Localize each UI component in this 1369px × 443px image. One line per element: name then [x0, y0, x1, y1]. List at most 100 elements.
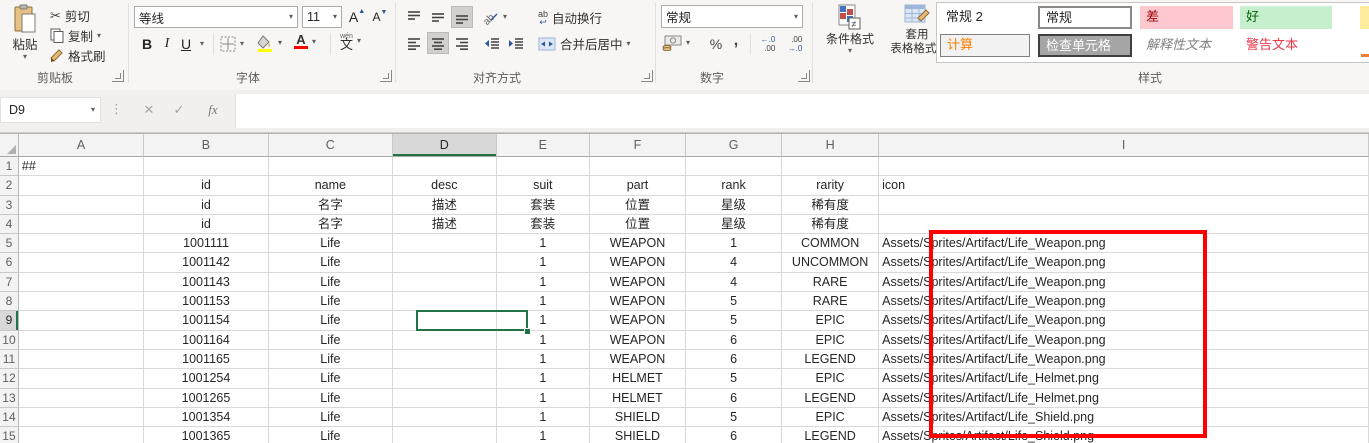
cell-E14[interactable]: 1: [497, 408, 590, 427]
style-chip-explanatory[interactable]: 解释性文本: [1140, 34, 1233, 57]
cell-C8[interactable]: Life: [269, 292, 393, 311]
cell-B13[interactable]: 1001265: [144, 389, 268, 408]
select-all-button[interactable]: [0, 134, 19, 157]
increase-decimal-button[interactable]: ←.0.00: [755, 32, 781, 56]
cell-F9[interactable]: WEAPON: [590, 311, 686, 330]
cell-C3[interactable]: 名字: [269, 196, 393, 215]
column-header-D[interactable]: D: [393, 134, 497, 157]
fill-color-button[interactable]: ▾: [256, 34, 282, 52]
cell-B15[interactable]: 1001365: [144, 427, 268, 443]
drag-dots-icon[interactable]: ⋮: [110, 101, 123, 117]
cancel-button[interactable]: ✕: [136, 98, 162, 122]
cell-C10[interactable]: Life: [269, 331, 393, 350]
cell-A8[interactable]: [19, 292, 144, 311]
increase-indent-button[interactable]: [505, 32, 527, 54]
cell-F4[interactable]: 位置: [590, 215, 686, 234]
cell-H6[interactable]: UNCOMMON: [782, 253, 879, 272]
cell-H11[interactable]: LEGEND: [782, 350, 879, 369]
row-header-1[interactable]: 1: [0, 157, 19, 176]
cell-E5[interactable]: 1: [497, 234, 590, 253]
middle-align-button[interactable]: [427, 6, 449, 28]
cell-A11[interactable]: [19, 350, 144, 369]
style-chip-partial[interactable]: [1360, 6, 1369, 29]
alignment-dialog-launcher[interactable]: [641, 70, 653, 82]
row-header-7[interactable]: 7: [0, 273, 19, 292]
cell-A1[interactable]: ##: [19, 157, 144, 176]
cell-E3[interactable]: 套装: [497, 196, 590, 215]
row-header-2[interactable]: 2: [0, 176, 19, 195]
cell-E4[interactable]: 套装: [497, 215, 590, 234]
row-header-13[interactable]: 13: [0, 389, 19, 408]
cell-E8[interactable]: 1: [497, 292, 590, 311]
cell-D1[interactable]: [393, 157, 497, 176]
cell-I3[interactable]: [879, 196, 1369, 215]
cell-G1[interactable]: [686, 157, 782, 176]
paste-button[interactable]: 粘贴 ▾: [3, 4, 47, 66]
row-header-10[interactable]: 10: [0, 331, 19, 350]
cell-D8[interactable]: [393, 292, 497, 311]
cell-D11[interactable]: [393, 350, 497, 369]
cell-A6[interactable]: [19, 253, 144, 272]
increase-font-button[interactable]: A ▲: [346, 6, 368, 28]
cell-D7[interactable]: [393, 273, 497, 292]
font-name-combo[interactable]: 等线 ▾: [134, 6, 298, 28]
number-format-combo[interactable]: 常规 ▾: [661, 5, 803, 28]
column-header-H[interactable]: H: [782, 134, 879, 157]
row-header-15[interactable]: 15: [0, 427, 19, 443]
cell-D15[interactable]: [393, 427, 497, 443]
column-header-I[interactable]: I: [879, 134, 1369, 157]
cell-D14[interactable]: [393, 408, 497, 427]
cell-F3[interactable]: 位置: [590, 196, 686, 215]
cell-G8[interactable]: 5: [686, 292, 782, 311]
row-header-3[interactable]: 3: [0, 196, 19, 215]
cell-F13[interactable]: HELMET: [590, 389, 686, 408]
column-header-F[interactable]: F: [590, 134, 686, 157]
cell-B5[interactable]: 1001111: [144, 234, 268, 253]
cell-B8[interactable]: 1001153: [144, 292, 268, 311]
cell-A5[interactable]: [19, 234, 144, 253]
enter-button[interactable]: ✓: [166, 98, 192, 122]
bottom-align-button[interactable]: [451, 6, 473, 28]
cell-F12[interactable]: HELMET: [590, 369, 686, 388]
cell-E6[interactable]: 1: [497, 253, 590, 272]
cell-F5[interactable]: WEAPON: [590, 234, 686, 253]
cell-F8[interactable]: WEAPON: [590, 292, 686, 311]
cell-A14[interactable]: [19, 408, 144, 427]
number-dialog-launcher[interactable]: [798, 70, 810, 82]
clipboard-dialog-launcher[interactable]: [112, 70, 124, 82]
cell-D3[interactable]: 描述: [393, 196, 497, 215]
cell-G2[interactable]: rank: [686, 176, 782, 195]
cell-B14[interactable]: 1001354: [144, 408, 268, 427]
cell-H10[interactable]: EPIC: [782, 331, 879, 350]
cell-C2[interactable]: name: [269, 176, 393, 195]
style-chip-good[interactable]: 好: [1240, 6, 1332, 29]
top-align-button[interactable]: [403, 6, 425, 28]
cell-F10[interactable]: WEAPON: [590, 331, 686, 350]
cell-H2[interactable]: rarity: [782, 176, 879, 195]
cell-G3[interactable]: 星级: [686, 196, 782, 215]
cell-A2[interactable]: [19, 176, 144, 195]
style-chip-calculation[interactable]: 计算: [940, 34, 1030, 57]
cell-H8[interactable]: RARE: [782, 292, 879, 311]
comma-style-button[interactable]: ,: [729, 30, 743, 52]
cell-D2[interactable]: desc: [393, 176, 497, 195]
row-header-14[interactable]: 14: [0, 408, 19, 427]
orientation-button[interactable]: ab ▾: [481, 8, 507, 26]
cell-B12[interactable]: 1001254: [144, 369, 268, 388]
cell-C7[interactable]: Life: [269, 273, 393, 292]
cell-G6[interactable]: 4: [686, 253, 782, 272]
cell-D13[interactable]: [393, 389, 497, 408]
cell-C15[interactable]: Life: [269, 427, 393, 443]
style-chip-warning[interactable]: 警告文本: [1240, 34, 1332, 57]
italic-button[interactable]: I: [159, 33, 175, 55]
row-header-6[interactable]: 6: [0, 253, 19, 272]
cell-G4[interactable]: 星级: [686, 215, 782, 234]
cell-G15[interactable]: 6: [686, 427, 782, 443]
font-color-button[interactable]: A ▾: [294, 34, 316, 49]
cell-E15[interactable]: 1: [497, 427, 590, 443]
cell-A7[interactable]: [19, 273, 144, 292]
cell-G12[interactable]: 5: [686, 369, 782, 388]
cell-H12[interactable]: EPIC: [782, 369, 879, 388]
cell-H4[interactable]: 稀有度: [782, 215, 879, 234]
decrease-indent-button[interactable]: [481, 32, 503, 54]
